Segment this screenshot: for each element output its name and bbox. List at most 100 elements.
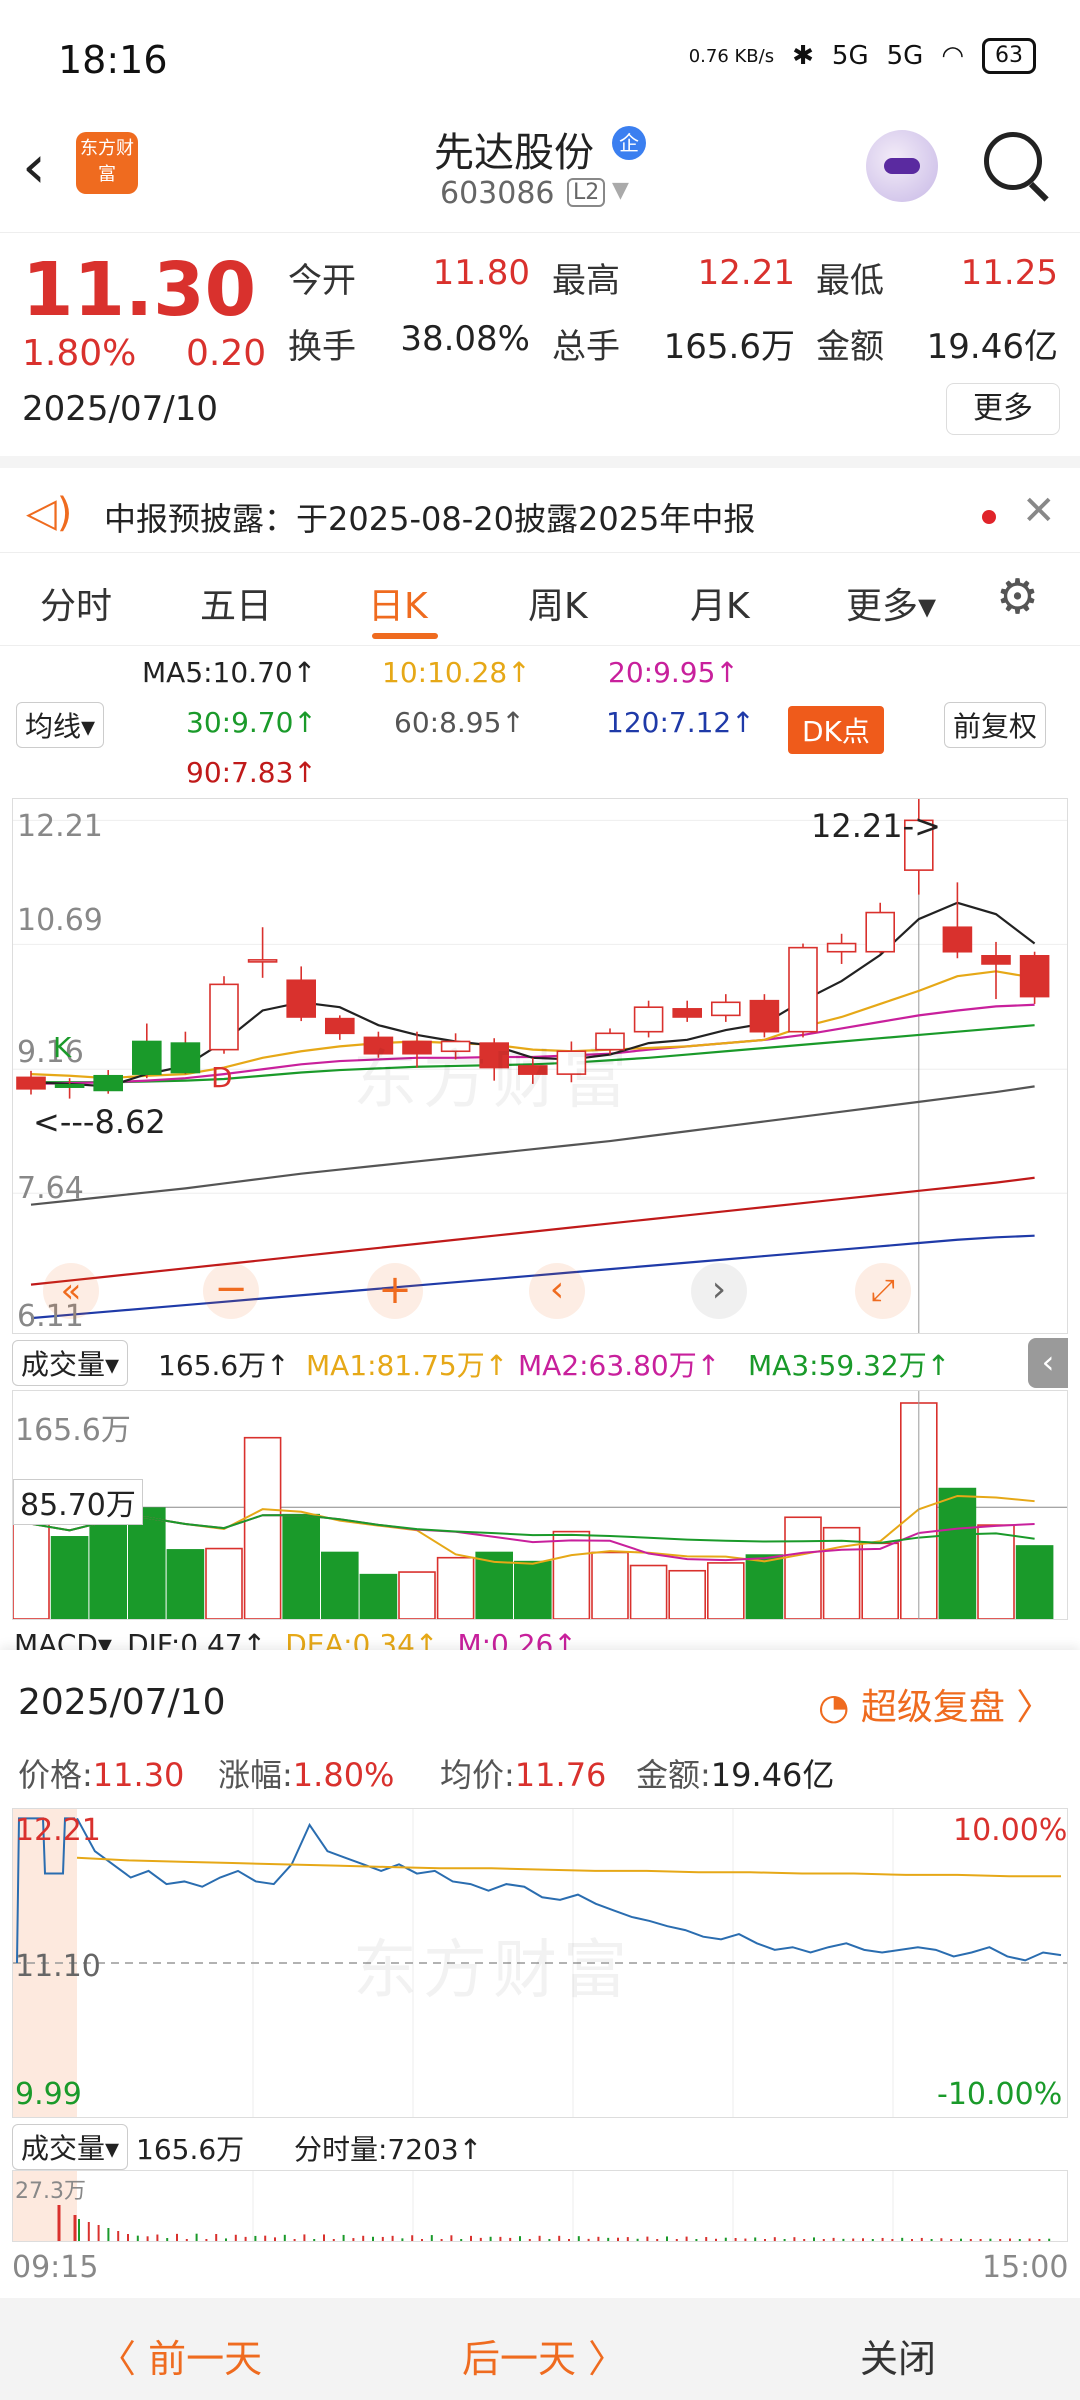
enterprise-badge: 企: [612, 126, 646, 160]
notice-text[interactable]: 中报预披露：于2025-08-20披露2025年中报: [104, 494, 755, 540]
fullscreen-icon[interactable]: ⤢: [855, 1263, 911, 1319]
volume-bar: [205, 1547, 243, 1619]
stat-volume: 165.6万: [663, 327, 795, 367]
stat-high: 12.21: [697, 253, 795, 293]
level-badge[interactable]: L2: [567, 178, 606, 207]
history-icon: ◔: [818, 1687, 850, 1728]
avg-price-line: [76, 1856, 1061, 1878]
macd-dea: DEA:0.34↑: [285, 1628, 439, 1650]
kline-chart[interactable]: 东方财富 12.21 10.69 9.16 7.64 6.11 12.21-> …: [12, 798, 1068, 1334]
step-back-icon[interactable]: ‹: [529, 1263, 585, 1319]
volume-tag-label: 85.70万: [13, 1479, 143, 1525]
volume-svg: [13, 1391, 1067, 1619]
candle-body: [286, 979, 317, 1018]
candle-body: [170, 1042, 201, 1074]
intraday-volume-select[interactable]: 成交量▾: [12, 2124, 129, 2170]
volume-bar: [552, 1530, 591, 1619]
day-detail-panel: 2025/07/10 ◔ 超级复盘 〉 价格:11.30 涨幅:1.80% 均价…: [0, 1650, 1080, 2300]
detail-price: 价格:11.30: [18, 1756, 185, 1794]
tab-weekly-k[interactable]: 周K: [528, 577, 588, 629]
more-button[interactable]: 更多: [946, 383, 1060, 435]
tab-five-day[interactable]: 五日: [200, 577, 272, 629]
stat-low: 11.25: [960, 253, 1058, 293]
ma60-value: 60:8.95↑: [394, 706, 525, 739]
volume-bar: [359, 1573, 398, 1619]
volume-select[interactable]: 成交量▾: [12, 1340, 129, 1386]
search-icon[interactable]: [984, 132, 1042, 190]
intraday-volume-total: 165.6万: [136, 2133, 245, 2166]
ma120-value: 120:7.12↑: [606, 706, 755, 739]
unread-dot: [982, 510, 996, 524]
volume-bar: [50, 1536, 89, 1619]
start-time: 09:15: [12, 2250, 99, 2285]
change-percent: 1.80%: [22, 333, 137, 374]
next-day-button[interactable]: 后一天 〉: [462, 2328, 626, 2383]
fast-backward-icon[interactable]: «: [43, 1263, 99, 1319]
adjust-select[interactable]: 前复权: [944, 702, 1047, 748]
volume-bar: [629, 1564, 668, 1619]
intraday-pos-pct: 10.00%: [953, 1813, 1068, 1848]
volume-bar: [938, 1487, 977, 1619]
back-icon[interactable]: ‹: [22, 132, 46, 202]
speaker-icon: ◁): [26, 490, 73, 536]
d-marker: D: [211, 1061, 233, 1094]
notice-bar[interactable]: ◁) 中报预披露：于2025-08-20披露2025年中报 ✕: [0, 456, 1080, 552]
zoom-in-icon[interactable]: +: [367, 1263, 423, 1319]
y-label: 9.16: [17, 1035, 84, 1070]
collapse-panel-icon[interactable]: ‹: [1028, 1338, 1068, 1388]
volume-bar: [591, 1551, 629, 1619]
dk-point-button[interactable]: DK点: [788, 706, 884, 754]
intraday-chart: 东方财富 12.21 11.10 9.99 10.00% -10.00%: [12, 1808, 1068, 2118]
chevron-down-icon[interactable]: ▼: [612, 178, 629, 203]
tab-monthly-k[interactable]: 月K: [690, 577, 750, 629]
intraday-top: 12.21: [15, 1813, 101, 1848]
detail-avg: 均价:11.76: [440, 1756, 607, 1794]
detail-change: 涨幅:1.80%: [218, 1756, 395, 1794]
status-time: 18:16: [58, 38, 168, 82]
y-label: 7.64: [17, 1171, 84, 1206]
stat-label: 金额: [816, 327, 884, 367]
candle-body: [132, 1040, 162, 1075]
volume-current: 165.6万↑: [158, 1349, 290, 1382]
vol-ma2: MA2:63.80万↑: [518, 1349, 721, 1382]
candle-body: [981, 955, 1011, 965]
replay-button[interactable]: ◔ 超级复盘 〉: [818, 1678, 1052, 1730]
ma-select[interactable]: 均线▾: [16, 702, 105, 748]
macd-legend: MACD▾ DIF:0.47↑ DEA:0.34↑ M:0.26↑: [14, 1628, 1064, 1650]
signal-5g-icon: 5G: [831, 41, 869, 71]
volume-max-label: 165.6万: [15, 1413, 131, 1448]
macd-dif: DIF:0.47↑: [127, 1628, 267, 1650]
intraday-bottom: 9.99: [15, 2077, 82, 2112]
intraday-mid: 11.10: [15, 1949, 101, 1984]
candle-body: [16, 1076, 46, 1090]
volume-bar: [398, 1571, 436, 1619]
intraday-volume-svg: [13, 2171, 1051, 2241]
close-button[interactable]: 关闭: [860, 2328, 936, 2383]
tab-more[interactable]: 更多▾: [846, 577, 936, 629]
prev-day-button[interactable]: 〈 前一天: [98, 2328, 262, 2383]
volume-bar: [745, 1554, 784, 1619]
header: ‹ 东方财富 先达股份 企 603086 L2 ▼: [0, 120, 1080, 230]
step-forward-icon[interactable]: ›: [691, 1263, 747, 1319]
candle-body: [826, 942, 857, 953]
ma5-value: MA5:10.70↑: [142, 656, 317, 689]
intraday-volume-chart: 27.3万: [12, 2170, 1068, 2242]
candle-body: [209, 983, 239, 1051]
stat-label: 最低: [816, 261, 884, 301]
quote-panel: 11.30 1.80% 0.20 2025/07/10 今开 11.80 最高 …: [0, 232, 1080, 455]
stat-label: 今开: [288, 261, 356, 301]
period-tabs: 分时 五日 日K 周K 月K 更多▾ ⚙: [0, 552, 1080, 646]
close-icon[interactable]: ✕: [1022, 488, 1056, 534]
low-annotation: <---8.62: [33, 1103, 166, 1141]
zoom-out-icon[interactable]: −: [203, 1263, 259, 1319]
volume-bar: [320, 1551, 359, 1619]
stat-open: 11.80: [432, 253, 530, 293]
assistant-robot-icon[interactable]: [866, 130, 938, 202]
gear-icon[interactable]: ⚙: [996, 569, 1039, 625]
tab-daily-k[interactable]: 日K: [368, 577, 428, 629]
macd-select[interactable]: MACD▾: [14, 1628, 112, 1650]
status-bar: 18:16 0.76 KB/s ✱ 5G 5G ◠ 63: [0, 0, 1080, 120]
vol-ma1: MA1:81.75万↑: [306, 1349, 509, 1382]
tab-underline: [372, 633, 438, 639]
tab-intraday[interactable]: 分时: [40, 577, 112, 629]
